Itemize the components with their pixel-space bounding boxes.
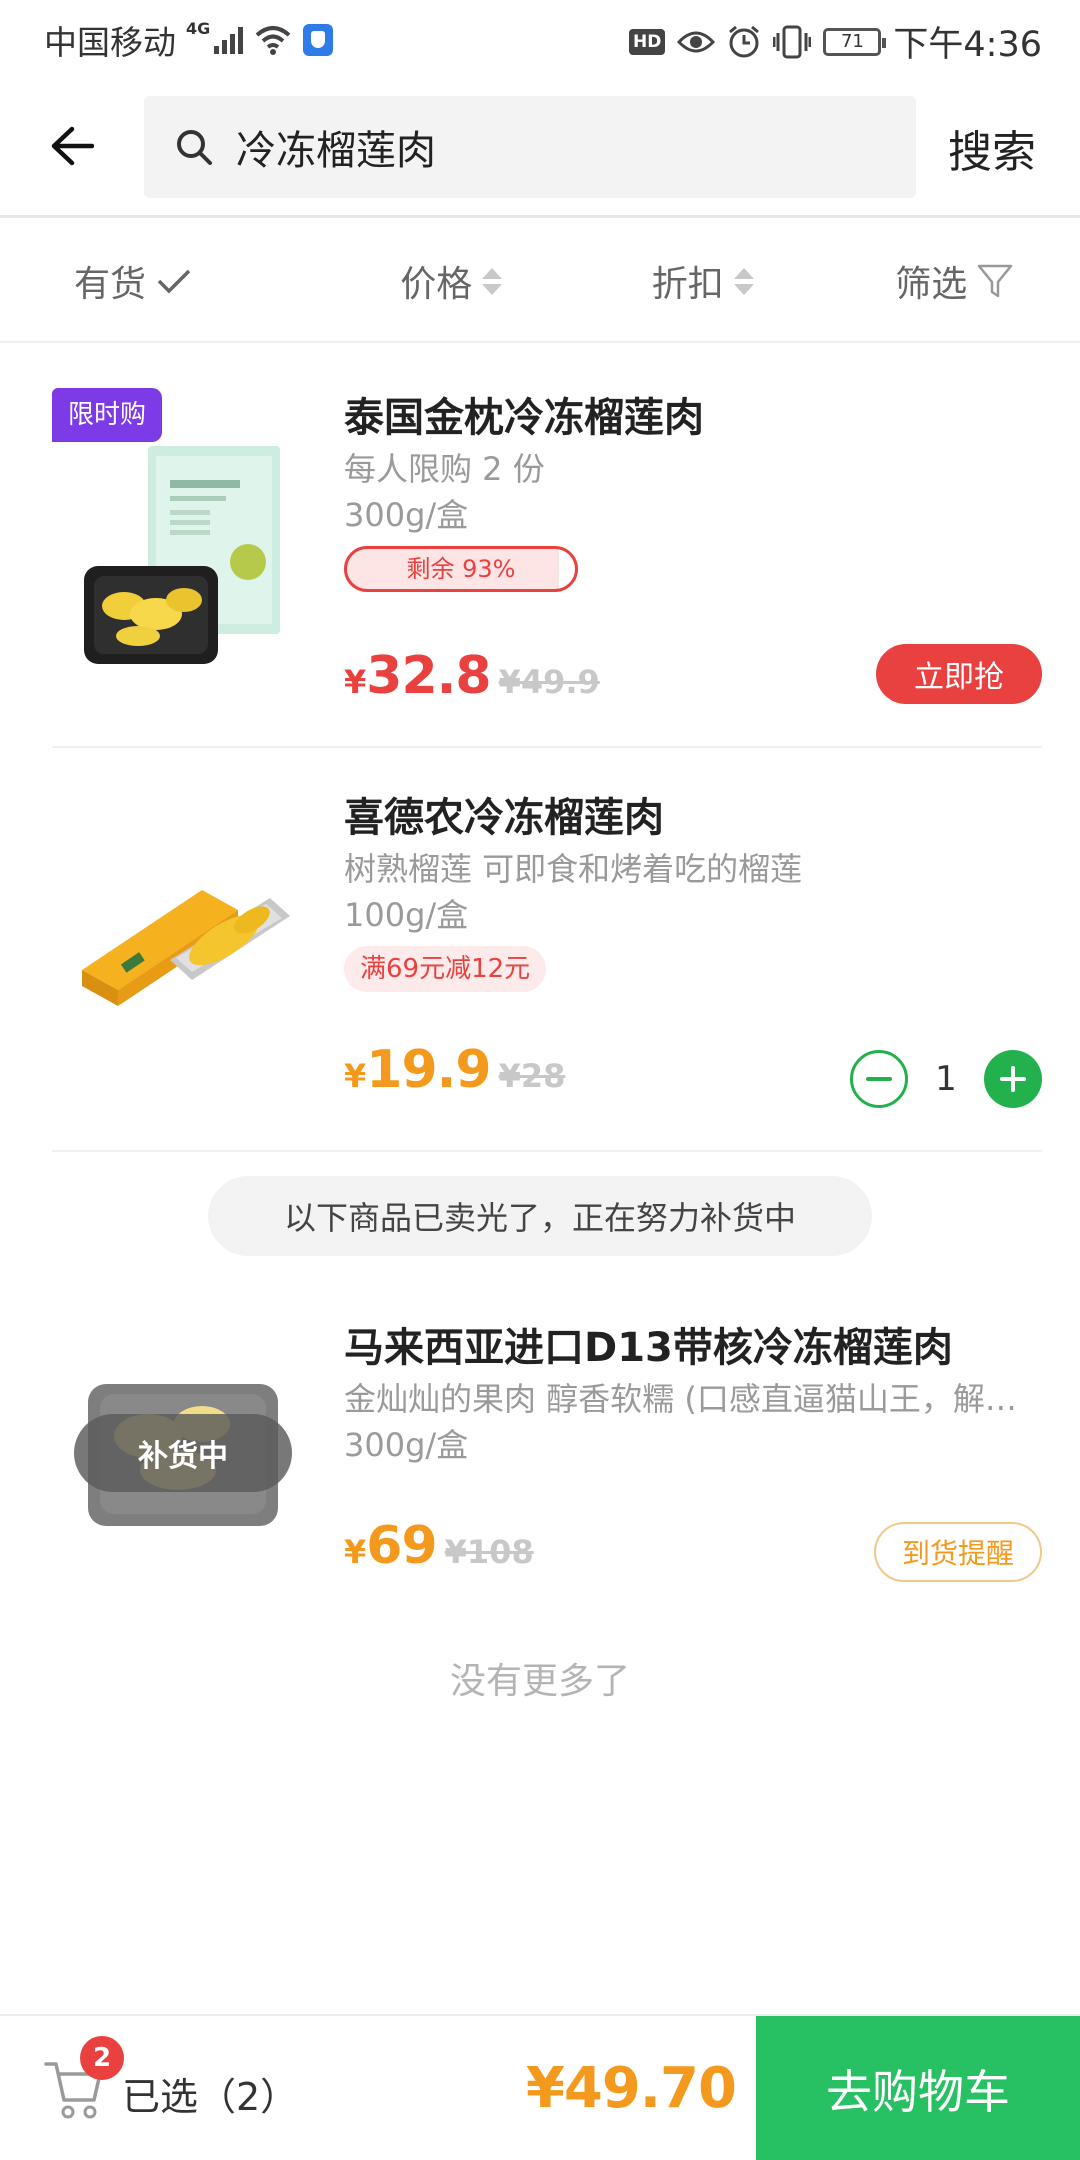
durian-box-image [84,446,280,664]
vibrate-icon [773,25,812,58]
signal-icon [214,26,244,54]
search-header: 搜索 [0,76,1080,218]
divider [52,1150,1042,1152]
cart-bar: 2 已选（2） ¥49.70 去购物车 [0,2014,1080,2160]
hd-icon: HD [629,28,666,55]
product-price: 19.9 [366,1040,491,1100]
status-bar: 中国移动 4G HD 71 下午4:36 [0,0,1080,76]
product-title: 马来西亚进口D13带核冷冻榴莲肉 [344,1325,953,1371]
eye-icon [677,31,716,52]
product-description: 树熟榴莲 可即食和烤着吃的榴莲 [344,850,803,888]
search-input[interactable] [236,124,896,170]
original-price: ¥108 [444,1533,534,1571]
product-description: 金灿灿的果肉 醇香软糯 (口感直逼猫山王，解冻后更佳) [344,1380,1042,1418]
decrease-quantity-button[interactable] [850,1050,908,1108]
wifi-icon [255,26,291,55]
currency-symbol: ¥ [344,1057,367,1095]
filter-bar: 有货 价格 折扣 筛选 [0,221,1080,343]
product-image[interactable] [52,820,314,1082]
currency-symbol: ¥ [344,663,367,701]
minus-icon [866,1077,892,1081]
end-of-list-text: 没有更多了 [449,1661,630,1702]
search-box[interactable] [144,96,916,198]
currency-symbol: ¥ [344,1533,367,1571]
back-button[interactable] [40,114,104,178]
product-price: 69 [366,1516,437,1576]
funnel-icon [978,264,1013,298]
plus-icon [1000,1066,1026,1092]
filter-label: 筛选 [895,264,968,305]
search-button[interactable]: 搜索 [948,116,1036,180]
product-card[interactable]: 喜德农冷冻榴莲肉 树熟榴莲 可即食和烤着吃的榴莲 100g/盒 满69元减12元… [0,790,1080,1150]
product-limit: 每人限购 2 份 [344,450,545,488]
status-left: 中国移动 4G [44,16,334,64]
carrier-name: 中国移动 [44,23,176,62]
original-price: ¥28 [498,1057,566,1095]
product-image[interactable] [52,410,314,672]
product-title: 喜德农冷冻榴莲肉 [344,795,664,841]
filter-in-stock[interactable]: 有货 [0,221,326,341]
product-card[interactable]: 泰国金枕冷冻榴莲肉 每人限购 2 份 300g/盒 剩余 93% ¥ 32.8 … [0,390,1080,746]
network-type: 4G [186,18,211,38]
product-title: 泰国金枕冷冻榴莲肉 [344,395,704,441]
product-spec: 100g/盒 [344,896,469,934]
original-price: ¥49.9 [498,663,600,701]
promo-tag: 满69元减12元 [344,946,547,992]
clock: 下午4:36 [893,25,1042,65]
product-price: 32.8 [366,646,491,706]
sort-price-label: 价格 [400,264,473,305]
filter-in-stock-label: 有货 [74,264,147,305]
divider [52,746,1042,748]
remaining-stock-bar: 剩余 93% [344,546,578,592]
cart-count-badge: 2 [80,2036,124,2080]
sort-by-price[interactable]: 价格 [326,221,578,341]
buy-now-button[interactable]: 立即抢 [876,644,1042,704]
sort-arrows-icon [482,267,503,295]
sort-by-discount[interactable]: 折扣 [577,221,829,341]
security-shield-icon [303,24,334,56]
arrival-reminder-button[interactable]: 到货提醒 [874,1522,1042,1582]
increase-quantity-button[interactable] [984,1050,1042,1108]
status-right: HD 71 下午4:36 [629,16,1042,67]
selected-count: 已选（2） [122,2075,299,2119]
sort-arrows-icon [733,267,754,295]
filter-button[interactable]: 筛选 [829,221,1080,341]
product-spec: 300g/盒 [344,1426,469,1464]
sold-out-notice: 以下商品已卖光了，正在努力补货中 [208,1176,872,1256]
search-icon [177,130,212,165]
sort-discount-label: 折扣 [651,264,724,305]
go-to-cart-button[interactable]: 去购物车 [756,2016,1080,2160]
restocking-overlay: 补货中 [74,1414,292,1492]
alarm-icon [729,25,760,57]
product-spec: 300g/盒 [344,496,469,534]
quantity-stepper: 1 [850,1050,1042,1108]
flash-sale-badge: 限时购 [52,388,163,442]
durian-tray-image [82,890,290,1006]
check-icon [157,269,191,294]
battery-icon: 71 [823,27,887,56]
quantity-value: 1 [935,1059,957,1099]
cart-total: ¥49.70 [525,2056,737,2121]
back-arrow-icon [51,126,94,166]
